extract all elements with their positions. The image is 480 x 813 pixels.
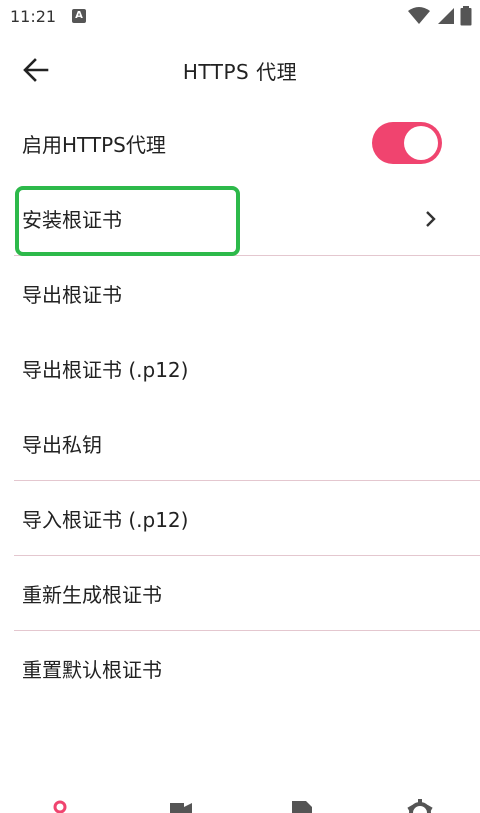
row-label: 重置默认根证书 xyxy=(22,658,162,682)
row-label: 导出根证书 xyxy=(22,283,122,307)
person-icon xyxy=(53,800,67,813)
a-icon: A xyxy=(72,9,86,23)
nav-item-settings[interactable] xyxy=(400,793,440,813)
row-regenerate-root-cert[interactable]: 重新生成根证书 xyxy=(0,556,480,631)
row-label: 启用HTTPS代理 xyxy=(22,133,166,157)
toolbar: HTTPS 代理 xyxy=(0,34,480,106)
page-title: HTTPS 代理 xyxy=(182,60,298,84)
row-export-root-cert[interactable]: 导出根证书 xyxy=(0,256,480,331)
wifi-icon xyxy=(408,7,430,24)
row-label: 安装根证书 xyxy=(22,208,122,232)
row-enable-https-proxy[interactable]: 启用HTTPS代理 xyxy=(0,106,480,181)
document-icon xyxy=(292,801,312,813)
row-export-root-cert-p12[interactable]: 导出根证书 (.p12) xyxy=(0,331,480,406)
status-icons xyxy=(408,6,472,26)
row-import-root-cert-p12[interactable]: 导入根证书 (.p12) xyxy=(0,481,480,556)
video-icon xyxy=(170,803,192,813)
row-install-root-cert[interactable]: 安装根证书 xyxy=(0,181,480,256)
row-label: 重新生成根证书 xyxy=(22,583,162,607)
signal-icon xyxy=(438,8,454,24)
settings-list: 启用HTTPS代理 安装根证书 导出根证书 导出根证书 (.p12) 导出私钥 … xyxy=(0,106,480,706)
gear-icon xyxy=(407,799,433,813)
status-time: 11:21 xyxy=(10,7,57,26)
bottom-nav xyxy=(0,793,480,813)
row-label: 导出根证书 (.p12) xyxy=(22,358,189,382)
nav-item-person[interactable] xyxy=(40,793,80,813)
battery-icon xyxy=(460,6,472,26)
nav-item-video[interactable] xyxy=(160,793,200,813)
row-export-private-key[interactable]: 导出私钥 xyxy=(0,406,480,481)
row-reset-default-root-cert[interactable]: 重置默认根证书 xyxy=(0,631,480,706)
nav-item-document[interactable] xyxy=(282,793,322,813)
toggle-knob xyxy=(404,126,438,160)
row-label: 导入根证书 (.p12) xyxy=(22,508,189,532)
chevron-right-icon xyxy=(426,211,436,227)
https-proxy-toggle[interactable] xyxy=(372,122,442,164)
row-label: 导出私钥 xyxy=(22,433,102,457)
status-bar: 11:21 A xyxy=(0,0,480,34)
